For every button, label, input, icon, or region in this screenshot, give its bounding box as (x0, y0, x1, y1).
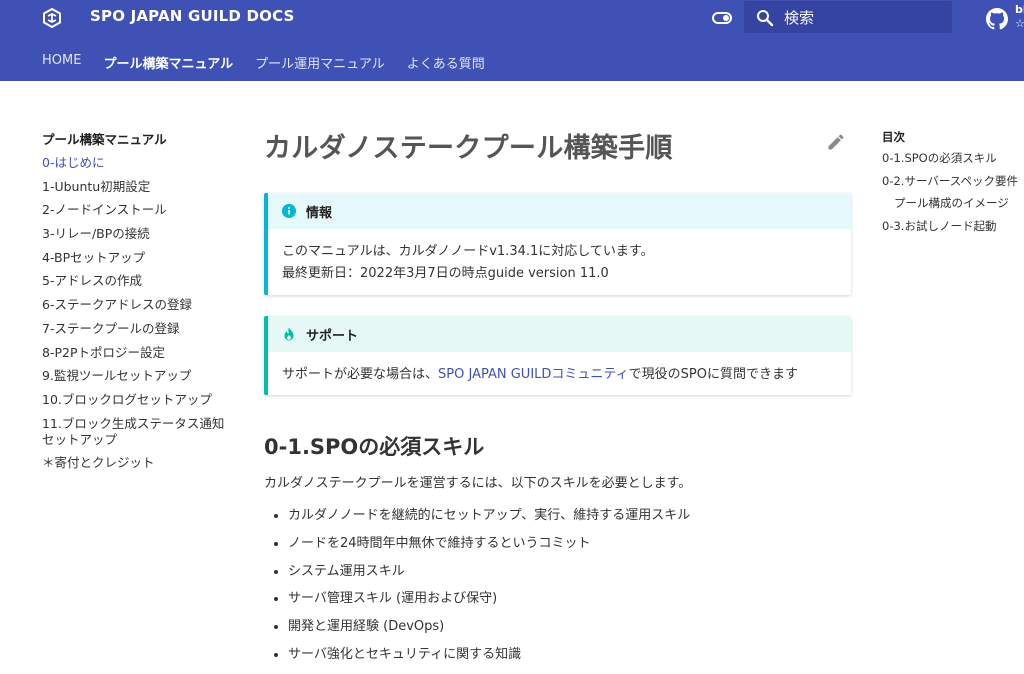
sidebar-item-intro[interactable]: 0-はじめに (42, 155, 232, 171)
logo-icon[interactable] (42, 8, 62, 28)
sidebar-item-node-install[interactable]: 2-ノードインストール (42, 202, 232, 218)
sidebar-item-address[interactable]: 5-アドレスの作成 (42, 273, 232, 289)
site-title[interactable]: SPO JAPAN GUILD DOCS (90, 7, 295, 25)
sidebar-item-p2p[interactable]: 8-P2Pトポロジー設定 (42, 345, 232, 361)
sidebar-item-monitoring[interactable]: 9.監視ツールセットアップ (42, 368, 232, 384)
main-content: カルダノステークプール構築手順 情報 このマニュアルは、カルダノノードv1.34… (264, 120, 851, 662)
sidebar: プール構築マニュアル 0-はじめに 1-Ubuntu初期設定 2-ノードインスト… (42, 129, 232, 479)
github-icon[interactable] (986, 8, 1008, 30)
search-icon (757, 10, 774, 27)
info-label: 情報 (306, 205, 333, 221)
palette-toggle-icon[interactable] (712, 10, 732, 26)
edit-pencil-icon[interactable] (826, 132, 846, 152)
support-admonition: サポート サポートが必要な場合は、SPO JAPAN GUILDコミュニティで現… (264, 316, 851, 395)
tab-home[interactable]: HOME (42, 53, 81, 71)
toc-item-pool-image[interactable]: プール構成のイメージ (882, 196, 1022, 211)
search-input[interactable] (782, 5, 946, 31)
sidebar-item-ubuntu[interactable]: 1-Ubuntu初期設定 (42, 179, 232, 195)
list-item: ノードを24時間年中無休で維持するというコミット (264, 535, 690, 563)
info-admonition: 情報 このマニュアルは、カルダノノードv1.34.1に対応しています。 最終更新… (264, 193, 851, 295)
list-item: システム運用スキル (264, 563, 690, 591)
sidebar-item-donation[interactable]: ＊寄付とクレジット (42, 455, 232, 471)
toc-item-trial-node[interactable]: 0-3.お試しノード起動 (882, 219, 1022, 234)
repo-info[interactable]: bl ☆ (1015, 3, 1024, 31)
sidebar-item-relay-bp[interactable]: 3-リレー/BPの接続 (42, 226, 232, 242)
sidebar-item-block-notify[interactable]: 11.ブロック生成ステータス通知セットアップ (42, 416, 227, 448)
skills-list: カルダノノードを継続的にセットアップ、実行、維持する運用スキル ノードを24時間… (264, 507, 690, 674)
support-text-after: で現役のSPOに質問できます (628, 367, 798, 382)
support-text-before: サポートが必要な場合は、 (282, 367, 439, 382)
toc-item-skills[interactable]: 0-1.SPOの必須スキル (882, 151, 1022, 166)
section-intro: カルダノステークプールを運営するには、以下のスキルを必要とします。 (264, 476, 692, 491)
flame-icon (284, 327, 294, 341)
sidebar-item-stake-address[interactable]: 6-ステークアドレスの登録 (42, 297, 232, 313)
tab-faq[interactable]: よくある質問 (407, 53, 485, 72)
list-item: サーバ強化とセキュリティに関する知識 (264, 646, 690, 674)
toc-title: 目次 (882, 130, 905, 144)
list-item: サーバ管理スキル (運用および保守) (264, 590, 690, 618)
tab-pool-build-manual[interactable]: プール構築マニュアル (103, 53, 233, 72)
list-item: 開発と運用経験 (DevOps) (264, 618, 690, 646)
info-admonition-header: 情報 (268, 193, 851, 229)
info-line-1: このマニュアルは、カルダノノードv1.34.1に対応しています。 (282, 244, 654, 259)
community-link[interactable]: SPO JAPAN GUILDコミュニティ (438, 367, 629, 382)
info-body: このマニュアルは、カルダノノードv1.34.1に対応しています。 最終更新日：2… (268, 229, 851, 285)
sidebar-item-blocklog[interactable]: 10.ブロックログセットアップ (42, 392, 232, 408)
nav-tabs: HOME プール構築マニュアル プール運用マニュアル よくある質問 (42, 53, 485, 72)
info-line-2: 最終更新日：2022年3月7日の時点guide version 11.0 (282, 266, 609, 281)
search-box[interactable] (744, 1, 952, 33)
support-label: サポート (306, 328, 359, 344)
page-title: カルダノステークプール構築手順 (264, 133, 673, 164)
sidebar-title: プール構築マニュアル (42, 132, 167, 147)
table-of-contents: 目次 0-1.SPOの必須スキル 0-2.サーバースペック要件 プール構成のイメ… (882, 129, 1022, 241)
support-body: サポートが必要な場合は、SPO JAPAN GUILDコミュニティで現役のSPO… (268, 352, 851, 386)
sidebar-item-bp-setup[interactable]: 4-BPセットアップ (42, 250, 232, 266)
section-heading-skills: 0-1.SPOの必須スキル (264, 435, 485, 459)
toc-item-server-spec[interactable]: 0-2.サーバースペック要件 (882, 174, 1022, 189)
sidebar-item-stake-pool[interactable]: 7-ステークプールの登録 (42, 321, 232, 337)
info-icon (282, 204, 296, 218)
header: SPO JAPAN GUILD DOCS bl ☆ HOME プール構築マニュア… (0, 0, 1024, 81)
repo-name: bl (1015, 3, 1024, 16)
repo-star: ☆ (1015, 17, 1024, 30)
list-item: カルダノノードを継続的にセットアップ、実行、維持する運用スキル (264, 507, 690, 535)
tab-pool-ops-manual[interactable]: プール運用マニュアル (255, 53, 385, 72)
support-admonition-header: サポート (268, 316, 851, 352)
